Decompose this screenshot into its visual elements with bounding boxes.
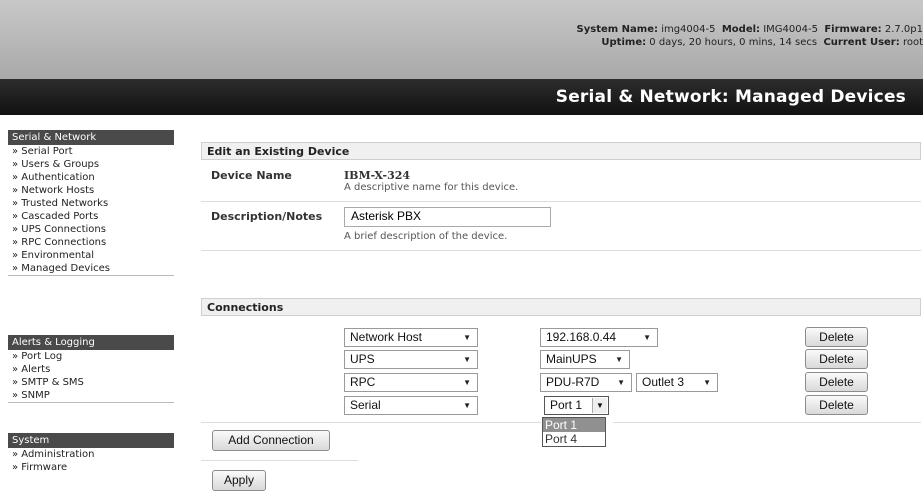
edit-device-heading: Edit an Existing Device (201, 142, 921, 160)
connection-type-select[interactable]: Network Host ▼ (344, 328, 478, 347)
uptime-label: Uptime: (601, 37, 647, 48)
delete-button[interactable]: Delete (805, 349, 868, 369)
connection-type-value: RPC (350, 375, 376, 389)
current-user-value: root (902, 37, 923, 48)
port-dropdown-list: Port 1 Port 4 (542, 417, 606, 447)
outlet-value: Outlet 3 (642, 375, 685, 389)
sidebar-item-serial-port[interactable]: » Serial Port (8, 145, 174, 158)
sidebar-item-environmental[interactable]: » Environmental (8, 249, 174, 262)
device-name-value: IBM-X-324 (344, 169, 411, 182)
connection-target-select[interactable]: MainUPS ▼ (540, 350, 630, 369)
sidebar-item-port-log[interactable]: » Port Log (8, 350, 174, 363)
connection-target-value: PDU-R7D (546, 375, 600, 389)
connection-target-select[interactable]: PDU-R7D ▼ (540, 373, 632, 392)
chevron-down-icon: ▼ (463, 378, 471, 387)
chevron-down-icon: ▼ (615, 355, 623, 364)
divider (201, 460, 358, 461)
sidebar-heading-serial-network[interactable]: Serial & Network (8, 130, 174, 145)
sidebar-item-smtp-sms[interactable]: » SMTP & SMS (8, 376, 174, 389)
delete-button[interactable]: Delete (805, 327, 868, 347)
connections-heading: Connections (201, 298, 921, 316)
divider (201, 201, 921, 202)
sidebar-item-rpc-connections[interactable]: » RPC Connections (8, 236, 174, 249)
divider (201, 422, 541, 423)
port-value: Port 1 (550, 398, 583, 412)
system-name-label: System Name: (576, 24, 658, 35)
sidebar-system: System » Administration » Firmware (8, 433, 174, 474)
connection-target-select[interactable]: 192.168.0.44 ▼ (540, 328, 658, 347)
delete-button[interactable]: Delete (805, 372, 868, 392)
sidebar-item-snmp[interactable]: » SNMP (8, 389, 174, 402)
device-name-label: Device Name (211, 169, 292, 182)
apply-button[interactable]: Apply (212, 470, 266, 491)
divider (201, 250, 921, 251)
connection-target-value: MainUPS (546, 352, 597, 366)
device-name-block: IBM-X-324 A descriptive name for this de… (344, 169, 518, 193)
model-value: IMG4004-5 (763, 24, 818, 35)
sidebar-alerts-logging: Alerts & Logging » Port Log » Alerts » S… (8, 335, 174, 403)
divider (613, 422, 921, 423)
connection-type-value: Network Host (350, 330, 423, 344)
sidebar-item-alerts[interactable]: » Alerts (8, 363, 174, 376)
chevron-down-icon: ▼ (703, 378, 711, 387)
outlet-select[interactable]: Outlet 3 ▼ (636, 373, 718, 392)
device-name-desc: A descriptive name for this device. (344, 182, 519, 193)
chevron-down-icon: ▼ (463, 401, 471, 410)
sidebar-item-managed-devices[interactable]: » Managed Devices (8, 262, 174, 275)
add-connection-button[interactable]: Add Connection (212, 430, 330, 451)
uptime-value: 0 days, 20 hours, 0 mins, 14 secs (649, 37, 818, 48)
system-info: System Name: img4004-5 Model: IMG4004-5 … (577, 23, 923, 49)
sidebar-item-ups-connections[interactable]: » UPS Connections (8, 223, 174, 236)
sidebar-item-firmware[interactable]: » Firmware (8, 461, 174, 474)
connection-type-select[interactable]: UPS ▼ (344, 350, 478, 369)
chevron-down-icon: ▼ (643, 333, 651, 342)
connection-type-value: UPS (350, 352, 375, 366)
description-desc: A brief description of the device. (344, 231, 508, 242)
title-bar: Serial & Network: Managed Devices (0, 79, 923, 115)
description-input[interactable]: Asterisk PBX (344, 207, 551, 227)
sidebar-item-trusted-networks[interactable]: » Trusted Networks (8, 197, 174, 210)
sidebar-heading-alerts-logging[interactable]: Alerts & Logging (8, 335, 174, 350)
system-name-value: img4004-5 (661, 24, 716, 35)
page-title: Serial & Network: Managed Devices (555, 87, 906, 107)
connection-type-value: Serial (350, 398, 381, 412)
sidebar-item-network-hosts[interactable]: » Network Hosts (8, 184, 174, 197)
dropdown-option[interactable]: Port 4 (543, 432, 605, 446)
sidebar-heading-system[interactable]: System (8, 433, 174, 448)
chevron-down-icon: ▼ (592, 398, 607, 413)
connection-target-value: 192.168.0.44 (546, 330, 617, 344)
firmware-value: 2.7.0p1 (884, 24, 923, 35)
sidebar-item-authentication[interactable]: » Authentication (8, 171, 174, 184)
top-header: System Name: img4004-5 Model: IMG4004-5 … (0, 0, 923, 79)
port-select[interactable]: Port 1 ▼ (544, 396, 609, 415)
description-label: Description/Notes (211, 210, 323, 223)
sidebar-item-administration[interactable]: » Administration (8, 448, 174, 461)
sidebar-item-cascaded-ports[interactable]: » Cascaded Ports (8, 210, 174, 223)
sidebar-serial-network: Serial & Network » Serial Port » Users &… (8, 130, 174, 276)
dropdown-option[interactable]: Port 1 (543, 418, 605, 432)
sidebar-item-users-groups[interactable]: » Users & Groups (8, 158, 174, 171)
chevron-down-icon: ▼ (463, 355, 471, 364)
current-user-label: Current User: (823, 37, 900, 48)
chevron-down-icon: ▼ (463, 333, 471, 342)
firmware-label: Firmware: (824, 24, 882, 35)
model-label: Model: (721, 24, 761, 35)
connection-type-select[interactable]: RPC ▼ (344, 373, 478, 392)
connection-type-select[interactable]: Serial ▼ (344, 396, 478, 415)
chevron-down-icon: ▼ (617, 378, 625, 387)
delete-button[interactable]: Delete (805, 395, 868, 415)
